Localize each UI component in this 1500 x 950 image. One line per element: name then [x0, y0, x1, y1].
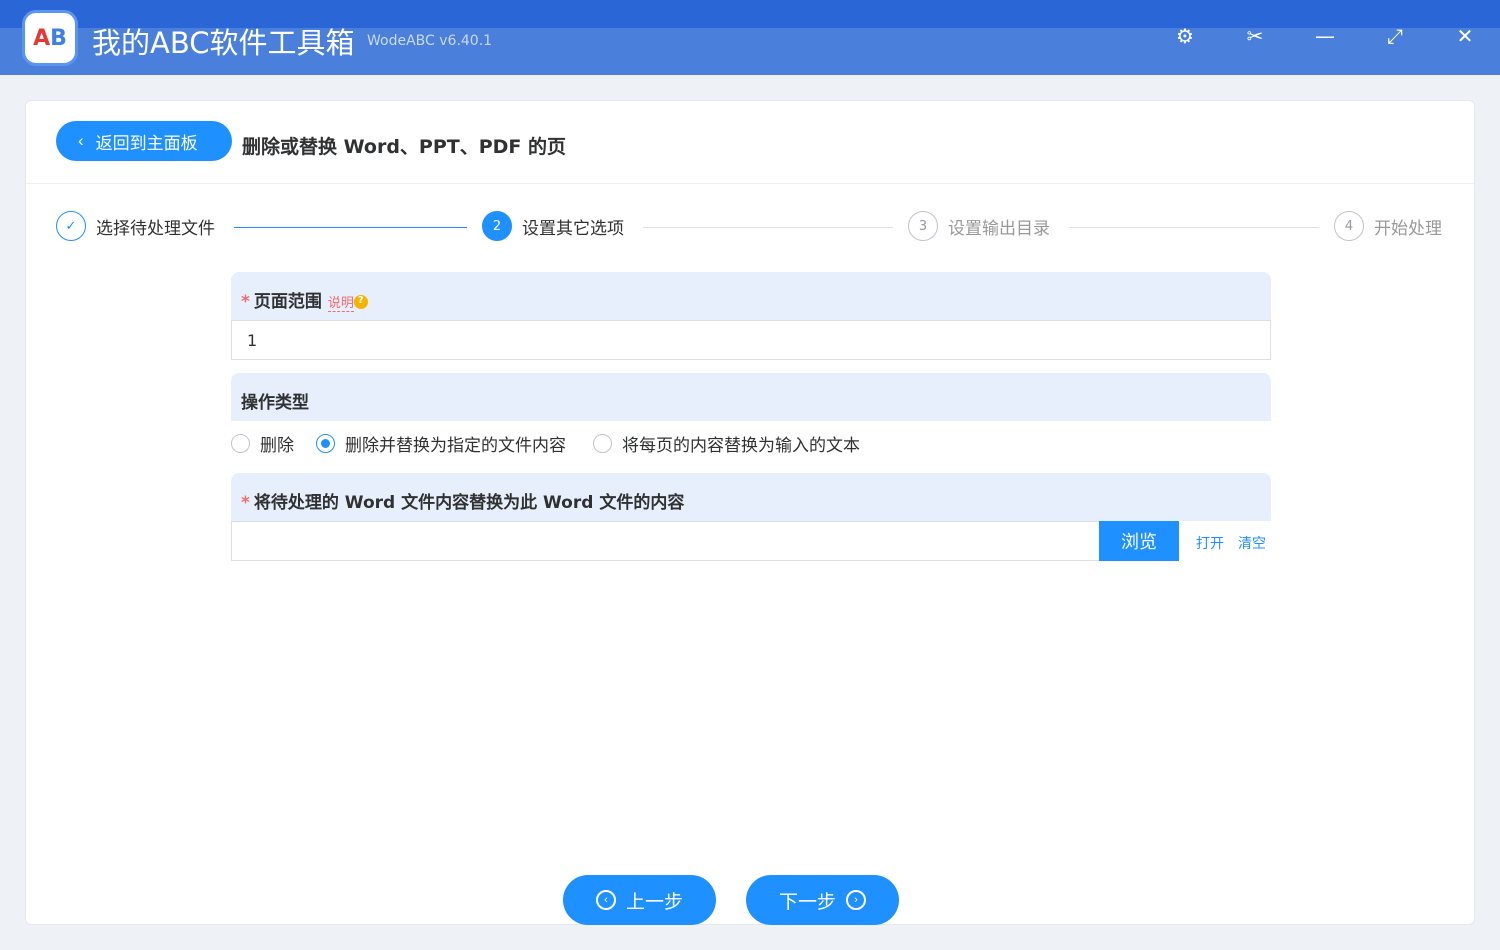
step-number: 2 [482, 211, 512, 241]
back-label: 返回到主面板 [95, 133, 198, 153]
radio-label: 将每页的内容替换为输入的文本 [622, 436, 860, 456]
step-1: ✓ 选择待处理文件 [56, 211, 215, 241]
open-link[interactable]: 打开 [1196, 533, 1224, 553]
settings-icon[interactable]: ⚙ [1170, 24, 1200, 48]
radio-delete-replace-file[interactable]: 删除并替换为指定的文件内容 [316, 431, 566, 456]
browse-button[interactable]: 浏览 [1099, 521, 1179, 561]
step-connector [1069, 227, 1319, 228]
chevron-left-circle-icon: ‹ [595, 890, 616, 910]
divider [26, 183, 1474, 184]
page-range-input[interactable]: 1 [231, 320, 1271, 360]
step-number: 4 [1334, 211, 1364, 241]
scissors-icon[interactable]: ✂ [1240, 24, 1270, 48]
step-2: 2 设置其它选项 [482, 211, 624, 241]
help-link[interactable]: 说明 [327, 296, 354, 312]
op-type-header: 操作类型 [231, 373, 1271, 421]
page-range-header: * 页面范围 说明? [231, 272, 1271, 320]
main-panel: ‹ 返回到主面板 删除或替换 Word、PPT、PDF 的页 ✓ 选择待处理文件 2… [25, 100, 1475, 925]
page-title: 删除或替换 Word、PPT、PDF 的页 [242, 136, 567, 158]
radio-circle[interactable] [316, 434, 335, 453]
step-4: 4 开始处理 [1334, 211, 1442, 241]
minimize-button[interactable]: — [1310, 24, 1340, 48]
radio-circle[interactable] [231, 434, 250, 453]
radio-circle[interactable] [593, 434, 612, 453]
title-bar: AB 我的ABC软件工具箱 WodeABC v6.40.1 ⚙ ✂ — ⤢ ✕ [0, 0, 1500, 75]
chevron-right-circle-icon: › [846, 890, 866, 910]
step-label: 选择待处理文件 [96, 218, 215, 239]
check-icon: ✓ [56, 211, 86, 241]
back-to-home-button[interactable]: ‹ 返回到主面板 [56, 121, 232, 161]
step-label: 设置其它选项 [522, 218, 624, 239]
next-label: 下一步 [778, 891, 836, 913]
prev-label: 上一步 [625, 891, 683, 913]
app-logo: AB [22, 10, 78, 66]
replace-file-input[interactable] [231, 521, 1101, 561]
op-type-label: 操作类型 [241, 393, 309, 413]
step-label: 开始处理 [1374, 218, 1442, 239]
close-button[interactable]: ✕ [1450, 24, 1480, 48]
chevron-left-icon: ‹ [78, 131, 84, 150]
step-number: 3 [908, 211, 938, 241]
step-connector [643, 227, 893, 228]
app-title: 我的ABC软件工具箱 [92, 26, 355, 60]
question-icon[interactable]: ? [353, 295, 368, 309]
radio-delete[interactable]: 删除 [231, 431, 294, 456]
maximize-button[interactable]: ⤢ [1380, 24, 1410, 48]
next-step-button[interactable]: 下一步 › [746, 875, 899, 925]
page-range-label: 页面范围 [253, 292, 322, 312]
replace-file-label: 将待处理的 Word 文件内容替换为此 Word 文件的内容 [253, 493, 685, 513]
replace-file-header: * 将待处理的 Word 文件内容替换为此 Word 文件的内容 [231, 473, 1271, 521]
radio-label: 删除 [260, 436, 294, 456]
step-connector [234, 227, 467, 228]
step-label: 设置输出目录 [948, 218, 1050, 239]
radio-label: 删除并替换为指定的文件内容 [345, 436, 566, 456]
app-version: WodeABC v6.40.1 [367, 33, 493, 49]
radio-replace-text[interactable]: 将每页的内容替换为输入的文本 [593, 431, 860, 456]
step-3: 3 设置输出目录 [908, 211, 1050, 241]
clear-link[interactable]: 清空 [1238, 533, 1266, 553]
prev-step-button[interactable]: ‹ 上一步 [563, 875, 716, 925]
